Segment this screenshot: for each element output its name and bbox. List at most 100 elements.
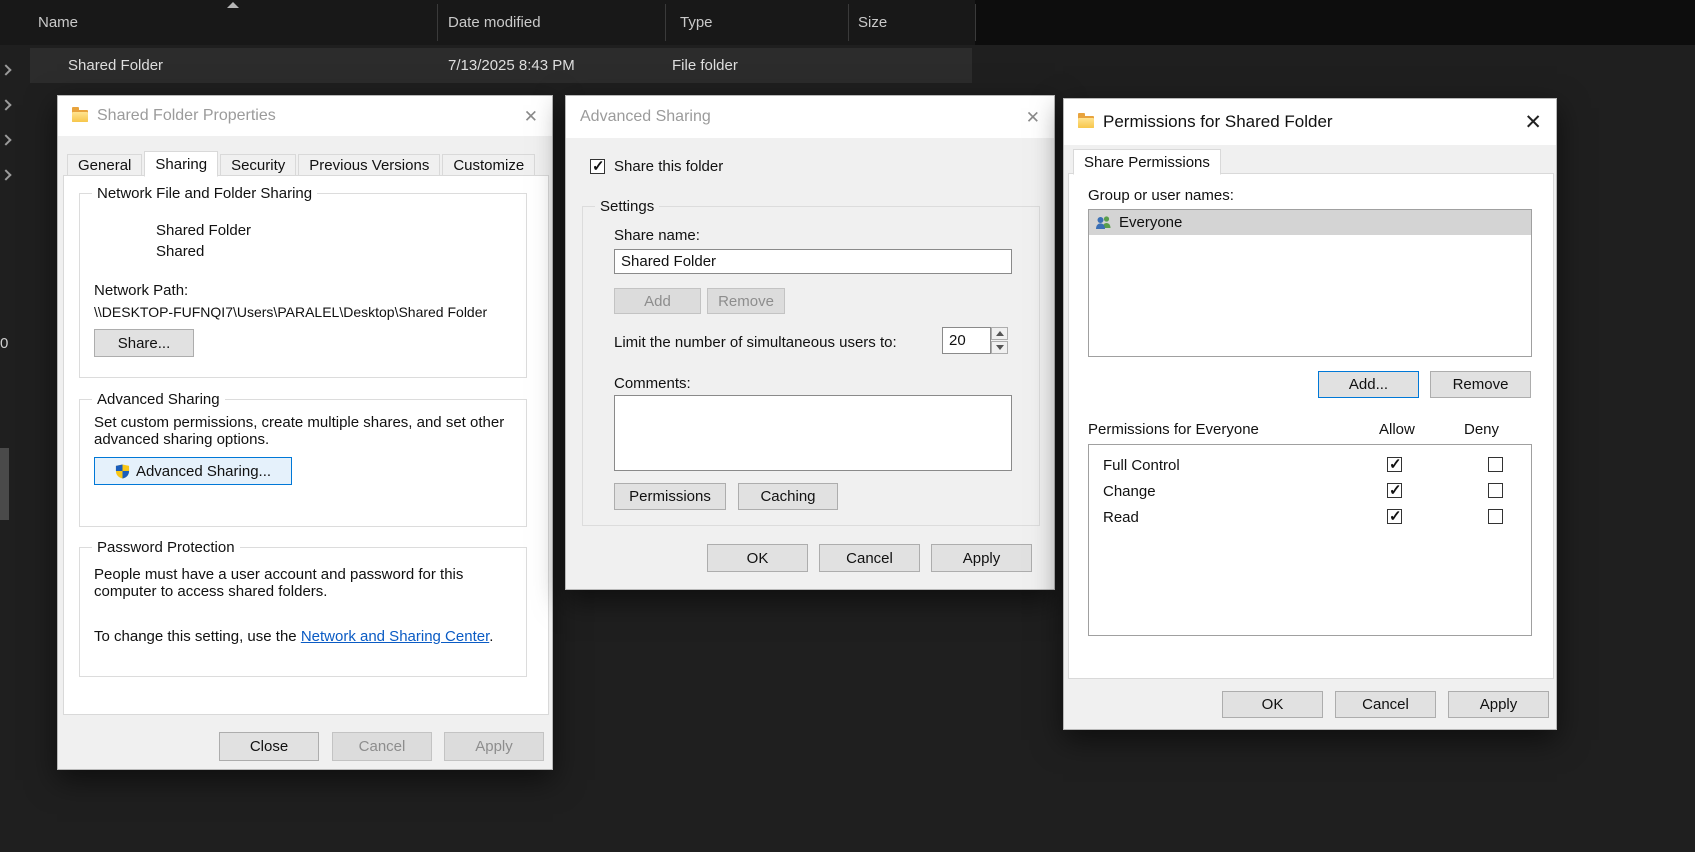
properties-dialog: Shared Folder Properties General Sharing… bbox=[57, 95, 553, 770]
group-title: Settings bbox=[595, 198, 660, 215]
cancel-button[interactable]: Cancel bbox=[1335, 691, 1436, 718]
ok-button[interactable]: OK bbox=[707, 544, 808, 572]
column-divider[interactable] bbox=[437, 4, 438, 41]
close-icon[interactable] bbox=[1026, 109, 1040, 126]
apply-button[interactable]: Apply bbox=[931, 544, 1032, 572]
sort-ascending-icon[interactable] bbox=[227, 2, 239, 8]
tab-customize[interactable]: Customize bbox=[442, 154, 536, 176]
password-protection-description: People must have a user account and pass… bbox=[94, 566, 464, 600]
limit-users-value[interactable]: 20 bbox=[942, 327, 991, 354]
permission-row-full-control[interactable]: Full Control bbox=[1090, 453, 1530, 479]
row-index-label: 0 bbox=[0, 335, 9, 352]
file-type: File folder bbox=[672, 57, 738, 74]
comments-textarea[interactable] bbox=[614, 395, 1012, 471]
column-divider[interactable] bbox=[975, 4, 976, 41]
close-button[interactable]: Close bbox=[219, 732, 319, 761]
permission-row-read[interactable]: Read bbox=[1090, 505, 1530, 531]
left-chevron-icon[interactable] bbox=[0, 169, 12, 181]
permissions-for-label: Permissions for Everyone bbox=[1088, 421, 1259, 438]
tab-previous-versions[interactable]: Previous Versions bbox=[298, 154, 441, 176]
settings-group: Settings Share name: Add Remove Limit th… bbox=[582, 198, 1040, 526]
group-name: Everyone bbox=[1119, 214, 1183, 231]
group-user-names-list: Everyone bbox=[1088, 209, 1532, 357]
allow-checkbox-full-control[interactable] bbox=[1387, 455, 1402, 473]
share-name-label: Share name: bbox=[614, 227, 700, 244]
share-button[interactable]: Share... bbox=[94, 329, 194, 357]
add-share-button: Add bbox=[614, 288, 701, 314]
cancel-button[interactable]: Cancel bbox=[819, 544, 920, 572]
folder-icon bbox=[72, 107, 88, 122]
column-header-date-modified[interactable]: Date modified bbox=[448, 14, 541, 31]
column-divider[interactable] bbox=[665, 4, 666, 41]
tab-general[interactable]: General bbox=[67, 154, 143, 176]
file-name: Shared Folder bbox=[68, 57, 164, 74]
shared-state: Shared bbox=[156, 243, 205, 260]
share-name-input[interactable] bbox=[614, 249, 1012, 274]
scrollbar-thumb[interactable] bbox=[0, 448, 9, 520]
allow-column-header: Allow bbox=[1379, 421, 1415, 438]
spinner-up-button[interactable] bbox=[991, 327, 1008, 340]
left-chevron-icon[interactable] bbox=[0, 134, 12, 146]
network-sharing-group: Network File and Folder Sharing Shared F… bbox=[79, 185, 527, 378]
deny-checkbox-full-control[interactable] bbox=[1488, 457, 1504, 472]
caching-button[interactable]: Caching bbox=[738, 483, 838, 510]
close-icon[interactable] bbox=[524, 108, 538, 125]
advanced-sharing-titlebar: Advanced Sharing bbox=[566, 96, 1054, 138]
advanced-sharing-description: Set custom permissions, create multiple … bbox=[94, 414, 505, 448]
change-setting-prefix: To change this setting, use the bbox=[94, 628, 301, 645]
spinner-down-button[interactable] bbox=[991, 341, 1008, 354]
properties-tabs: General Sharing Security Previous Versio… bbox=[67, 150, 537, 177]
allow-checkbox-change[interactable] bbox=[1387, 481, 1402, 499]
advanced-sharing-dialog: Advanced Sharing Share this folder Setti… bbox=[565, 95, 1055, 590]
apply-button: Apply bbox=[444, 732, 544, 761]
remove-user-button[interactable]: Remove bbox=[1430, 371, 1531, 398]
allow-checkbox-read[interactable] bbox=[1387, 507, 1402, 525]
column-header-size[interactable]: Size bbox=[858, 14, 887, 31]
group-title: Password Protection bbox=[92, 539, 240, 556]
dialog-title: Permissions for Shared Folder bbox=[1103, 112, 1333, 131]
add-user-button[interactable]: Add... bbox=[1318, 371, 1419, 398]
advanced-sharing-button[interactable]: Advanced Sharing... bbox=[94, 457, 292, 485]
remove-share-button: Remove bbox=[707, 288, 785, 314]
permissions-tabs: Share Permissions bbox=[1073, 148, 1223, 175]
share-this-folder-row: Share this folder bbox=[590, 157, 723, 175]
permissions-list: Full Control Change Read bbox=[1088, 444, 1532, 636]
permission-name: Full Control bbox=[1103, 457, 1180, 474]
users-group-icon bbox=[1096, 216, 1111, 229]
share-this-folder-checkbox[interactable] bbox=[590, 157, 605, 175]
left-chevron-icon[interactable] bbox=[0, 99, 12, 111]
password-protection-group: Password Protection People must have a u… bbox=[79, 539, 527, 677]
apply-button[interactable]: Apply bbox=[1448, 691, 1549, 718]
permission-name: Change bbox=[1103, 483, 1156, 500]
left-chevron-icon[interactable] bbox=[0, 64, 12, 76]
permission-name: Read bbox=[1103, 509, 1139, 526]
advanced-sharing-group: Advanced Sharing Set custom permissions,… bbox=[79, 391, 527, 527]
permissions-button[interactable]: Permissions bbox=[614, 483, 726, 510]
list-item-everyone[interactable]: Everyone bbox=[1089, 210, 1531, 235]
deny-checkbox-change[interactable] bbox=[1488, 483, 1504, 498]
limit-users-label: Limit the number of simultaneous users t… bbox=[614, 334, 897, 351]
permissions-dialog: Permissions for Shared Folder Share Perm… bbox=[1063, 98, 1557, 730]
file-row-shared-folder[interactable]: Shared Folder 7/13/2025 8:43 PM File fol… bbox=[30, 48, 972, 83]
column-header-type[interactable]: Type bbox=[680, 14, 713, 31]
network-path-value: \\DESKTOP-FUFNQI7\Users\PARALEL\Desktop\… bbox=[94, 304, 488, 320]
desktop: Name Date modified Type Size Shared Fold… bbox=[0, 0, 1695, 852]
group-user-names-label: Group or user names: bbox=[1088, 187, 1234, 204]
change-setting-text: To change this setting, use the Network … bbox=[94, 628, 514, 645]
deny-column-header: Deny bbox=[1464, 421, 1500, 438]
tab-sharing[interactable]: Sharing bbox=[144, 151, 219, 177]
column-header-name[interactable]: Name bbox=[38, 14, 78, 31]
cancel-button: Cancel bbox=[332, 732, 432, 761]
up-arrow-icon bbox=[995, 331, 1004, 336]
permission-row-change[interactable]: Change bbox=[1090, 479, 1530, 505]
ok-button[interactable]: OK bbox=[1222, 691, 1323, 718]
close-icon[interactable] bbox=[1524, 112, 1542, 133]
shared-folder-name: Shared Folder bbox=[156, 222, 252, 239]
deny-checkbox-read[interactable] bbox=[1488, 509, 1504, 524]
tab-share-permissions[interactable]: Share Permissions bbox=[1073, 149, 1221, 175]
tab-security[interactable]: Security bbox=[220, 154, 297, 176]
down-arrow-icon bbox=[995, 345, 1004, 350]
network-sharing-center-link[interactable]: Network and Sharing Center bbox=[301, 628, 489, 645]
group-title: Network File and Folder Sharing bbox=[92, 185, 318, 202]
column-divider[interactable] bbox=[848, 4, 849, 41]
